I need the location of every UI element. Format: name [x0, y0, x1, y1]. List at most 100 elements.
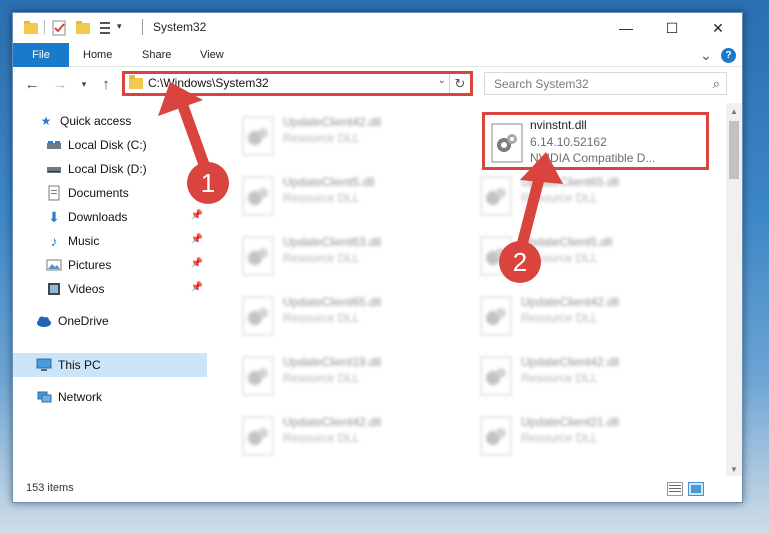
nav-label: Videos: [68, 282, 105, 296]
search-input[interactable]: [485, 73, 695, 94]
recent-locations-icon[interactable]: ▾: [75, 74, 93, 94]
help-icon[interactable]: ?: [721, 48, 736, 63]
list-item[interactable]: UpdateClient65.dll Resource DLL: [231, 287, 455, 343]
network-icon: [37, 391, 52, 403]
computer-icon: [36, 358, 52, 371]
list-item[interactable]: UpdateClient5.dll Resource DLL: [231, 167, 455, 223]
file-type: Resource DLL: [521, 191, 598, 205]
up-arrow-icon[interactable]: ↑: [97, 74, 115, 94]
collapse-ribbon-icon[interactable]: ⌄: [700, 47, 712, 64]
file-type: Resource DLL: [521, 431, 598, 445]
dll-file-icon: [242, 116, 274, 156]
nav-label: Quick access: [60, 114, 132, 128]
tab-view[interactable]: View: [190, 43, 234, 67]
forward-arrow-icon[interactable]: →: [51, 74, 69, 94]
videos-icon: [48, 283, 60, 295]
list-item[interactable]: UpdateClient63.dll Resource DLL: [231, 227, 455, 283]
address-bar[interactable]: C:\Windows\System32 ⌄ ↻: [122, 71, 473, 96]
step-2-badge: 2: [499, 241, 541, 283]
nav-item-pictures[interactable]: Pictures 📌: [13, 253, 207, 277]
file-list: UpdateClient42.dll Resource DLL UpdateCl…: [217, 103, 723, 477]
cloud-icon: [37, 316, 51, 327]
drive-icon: [47, 141, 61, 149]
maximize-button[interactable]: ☐: [649, 13, 695, 43]
nav-label: Local Disk (C:): [68, 138, 147, 152]
address-path[interactable]: C:\Windows\System32: [148, 76, 269, 90]
nav-label: Music: [68, 234, 100, 248]
file-name: UpdateClient65.dll: [283, 295, 382, 309]
music-icon: ♪: [50, 233, 58, 249]
file-name: UpdateClient65.dll: [521, 175, 620, 189]
pin-icon[interactable]: 📌: [191, 282, 203, 293]
pin-icon[interactable]: 📌: [191, 258, 203, 269]
tab-home[interactable]: Home: [73, 43, 122, 67]
dll-file-icon: [242, 236, 274, 276]
refresh-icon[interactable]: ↻: [449, 74, 470, 93]
list-item[interactable]: UpdateClient42.dll Resource DLL: [469, 287, 693, 343]
file-type: Resource DLL: [283, 251, 360, 265]
search-icon[interactable]: ⌕: [713, 76, 720, 92]
nav-item-documents[interactable]: Documents: [13, 181, 207, 205]
highlighted-file-item[interactable]: nvinstnt.dll 6.14.10.52162 NVIDIA Compat…: [482, 112, 709, 170]
nav-item-downloads[interactable]: ⬇ Downloads 📌: [13, 205, 207, 229]
chevron-down-icon[interactable]: ⌄: [438, 75, 446, 86]
file-type: Resource DLL: [283, 371, 360, 385]
dll-file-icon: [242, 416, 274, 456]
file-version: 6.14.10.52162: [530, 135, 607, 149]
nav-item-onedrive[interactable]: OneDrive: [13, 309, 207, 333]
tab-file[interactable]: File: [13, 43, 69, 67]
vertical-scrollbar[interactable]: ▲ ▼: [726, 103, 742, 477]
file-name: UpdateClient42.dll: [283, 115, 382, 129]
pictures-icon: [46, 259, 62, 271]
drive-icon: [47, 167, 61, 173]
documents-icon: [48, 185, 60, 201]
ribbon-tabs: File Home Share View ⌄ ?: [13, 43, 742, 67]
nav-item-this-pc[interactable]: This PC: [13, 353, 207, 377]
scroll-down-icon[interactable]: ▼: [726, 461, 742, 477]
tab-share[interactable]: Share: [132, 43, 181, 67]
back-arrow-icon[interactable]: ←: [23, 74, 41, 94]
close-button[interactable]: ✕: [695, 13, 741, 43]
nav-item-music[interactable]: ♪ Music 📌: [13, 229, 207, 253]
pin-icon[interactable]: 📌: [191, 234, 203, 245]
address-row: ← → ▾ ↑ C:\Windows\System32 ⌄ ↻ ⌕: [13, 68, 742, 100]
minimize-button[interactable]: —: [603, 13, 649, 43]
list-item[interactable]: UpdateClient19.dll Resource DLL: [231, 347, 455, 403]
file-description: NVIDIA Compatible D...: [530, 151, 656, 165]
scrollbar-thumb[interactable]: [729, 121, 739, 179]
divider: [142, 19, 143, 35]
dll-file-icon: [480, 296, 512, 336]
folder-icon: [24, 21, 38, 34]
search-box[interactable]: ⌕: [484, 72, 727, 95]
list-item[interactable]: UpdateClient21.dll Resource DLL: [469, 407, 693, 463]
list-item[interactable]: UpdateClient65.dll Resource DLL: [469, 167, 693, 223]
scroll-up-icon[interactable]: ▲: [726, 103, 742, 119]
file-type: Resource DLL: [521, 371, 598, 385]
nav-label: Documents: [68, 186, 129, 200]
chevron-down-icon[interactable]: ▾: [117, 21, 122, 32]
dll-file-icon: [480, 176, 512, 216]
list-item[interactable]: UpdateClient42.dll Resource DLL: [231, 407, 455, 463]
window-title: System32: [153, 20, 207, 34]
pin-icon[interactable]: 📌: [191, 210, 203, 221]
nav-item-quick-access[interactable]: ★ Quick access: [13, 109, 207, 133]
nav-label: Local Disk (D:): [68, 162, 147, 176]
dll-file-icon: [242, 296, 274, 336]
new-folder-icon[interactable]: [74, 19, 92, 37]
customize-toolbar-icon[interactable]: [98, 19, 116, 37]
nav-item-local-disk-d[interactable]: Local Disk (D:): [13, 157, 207, 181]
download-icon: ⬇: [48, 208, 60, 225]
file-type: Resource DLL: [283, 131, 360, 145]
step-1-badge: 1: [187, 162, 229, 204]
nav-item-network[interactable]: Network: [13, 385, 207, 409]
dll-file-icon: [480, 416, 512, 456]
properties-icon[interactable]: [50, 19, 68, 37]
nav-item-videos[interactable]: Videos 📌: [13, 277, 207, 301]
nav-item-local-disk-c[interactable]: Local Disk (C:): [13, 133, 207, 157]
list-item[interactable]: UpdateClient42.dll Resource DLL: [469, 347, 693, 403]
list-item[interactable]: UpdateClient42.dll Resource DLL: [231, 107, 455, 163]
status-bar: 153 items: [13, 476, 742, 502]
details-view-icon[interactable]: [667, 482, 683, 496]
large-icons-view-icon[interactable]: [688, 482, 704, 496]
file-name: UpdateClient42.dll: [521, 295, 620, 309]
